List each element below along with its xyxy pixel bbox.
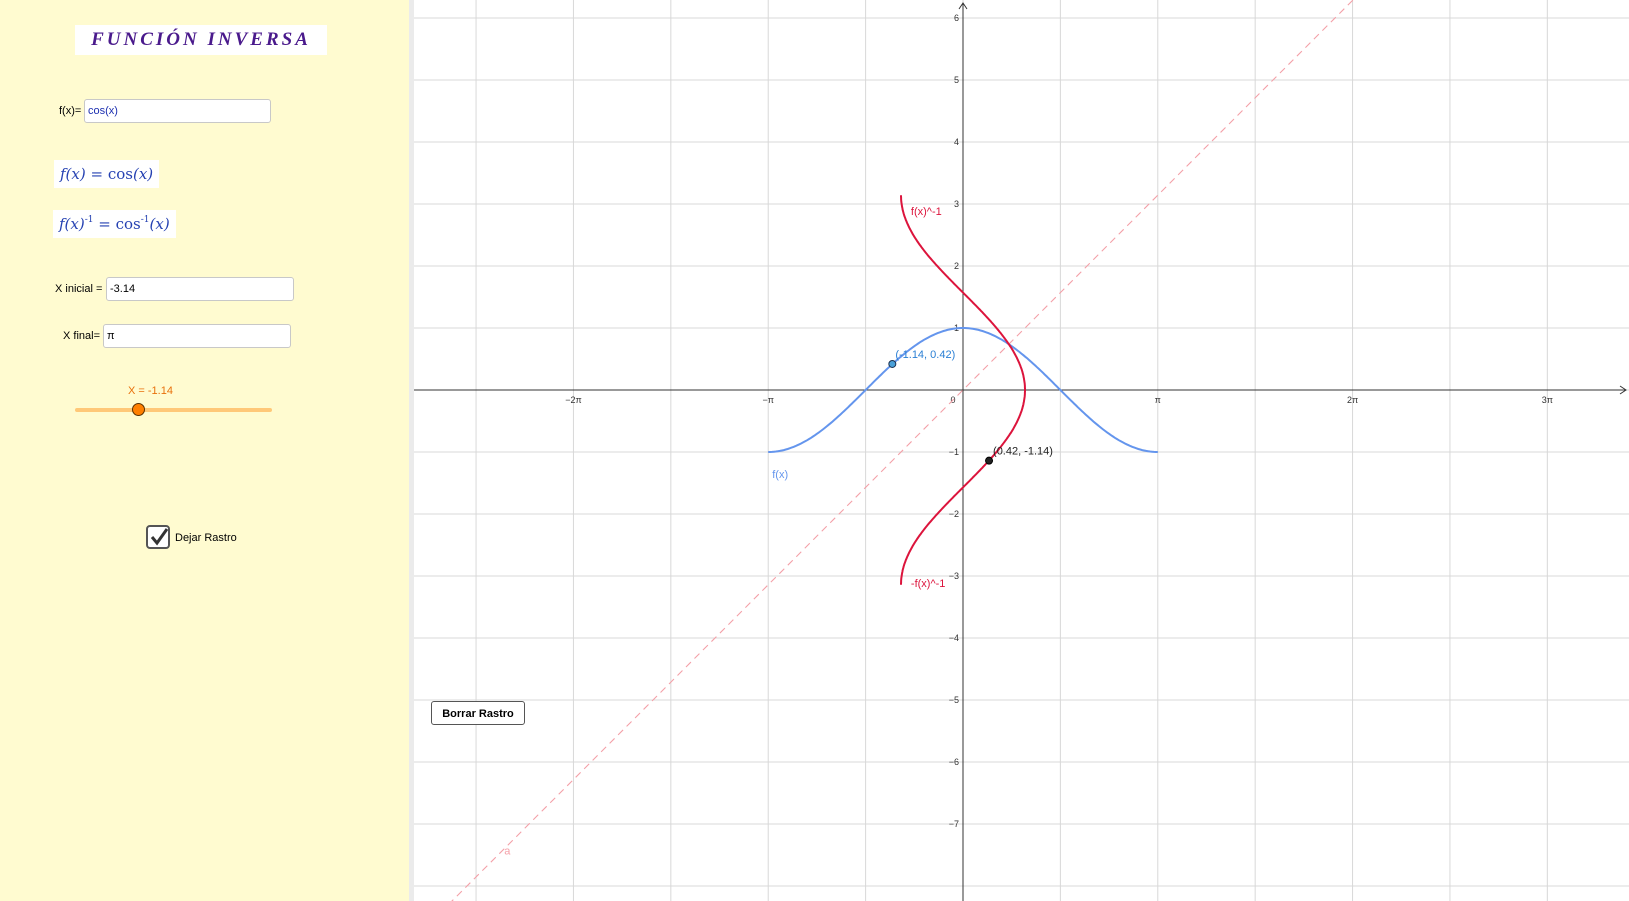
curve-f-label: f(x) xyxy=(772,469,788,481)
formula-inverse: f(x)-1 = cos-1(x) xyxy=(53,210,176,238)
x-inicial-input[interactable]: -3.14 xyxy=(106,277,294,301)
fx-input-label: f(x)= xyxy=(59,105,82,117)
x-tick-label: −2π xyxy=(565,395,581,405)
borrar-rastro-button[interactable]: Borrar Rastro xyxy=(431,701,525,725)
formula-inv-exp: -1 xyxy=(84,215,94,225)
line-a xyxy=(451,0,1354,901)
fx-input[interactable]: cos(x) xyxy=(84,99,271,123)
y-tick-label: −4 xyxy=(949,633,959,643)
point-inverse-label: (0.42, -1.14) xyxy=(993,446,1053,458)
x-tick-label: 3π xyxy=(1542,395,1553,405)
formula-f-lhs: f(x) xyxy=(60,165,86,183)
formula-f-fn: cos xyxy=(107,165,133,183)
formula-f-eq: = xyxy=(85,165,108,183)
point-f xyxy=(888,359,897,368)
tick-labels: −2π−π0π2π3π654321−1−2−3−4−5−6−7 xyxy=(565,13,1553,829)
y-tick-label: 5 xyxy=(954,75,959,85)
formula-inv-lhs: f(x) xyxy=(59,215,85,233)
point-inverse xyxy=(985,456,994,465)
curve-inverse-negative-label: -f(x)^-1 xyxy=(911,578,946,590)
y-tick-label: −1 xyxy=(949,447,959,457)
line-a-label: a xyxy=(504,845,511,857)
formula-inv-arg: (x) xyxy=(149,215,170,233)
x-final-input[interactable]: π xyxy=(103,324,291,348)
x-tick-label: −π xyxy=(762,395,773,405)
curve-inverse-positive-label: f(x)^-1 xyxy=(911,206,942,218)
y-tick-label: −3 xyxy=(949,571,959,581)
y-tick-label: 4 xyxy=(954,137,959,147)
formula-f: f(x) = cos(x) xyxy=(54,160,160,188)
curves: a f(x) f(x)^-1 -f(x)^-1 xyxy=(451,0,1354,901)
point-f-label: (-1.14, 0.42) xyxy=(895,349,955,361)
y-tick-label: −2 xyxy=(949,509,959,519)
y-tick-label: 6 xyxy=(954,13,959,23)
left-panel: FUNCIÓN INVERSA f(x)= cos(x) f(x) = cos(… xyxy=(0,0,409,901)
x-inicial-label: X inicial = xyxy=(55,283,103,295)
title-box: FUNCIÓN INVERSA xyxy=(75,25,327,55)
slider-handle[interactable] xyxy=(132,403,145,416)
y-tick-label: −7 xyxy=(949,819,959,829)
slider-track[interactable] xyxy=(75,408,272,412)
checkmark-icon xyxy=(150,528,169,546)
x-tick-label: π xyxy=(1155,395,1161,405)
y-tick-label: −6 xyxy=(949,757,959,767)
y-tick-label: 2 xyxy=(954,261,959,271)
points: (-1.14, 0.42) (0.42, -1.14) xyxy=(888,349,1053,465)
dejar-rastro-label: Dejar Rastro xyxy=(175,532,237,544)
dejar-rastro-checkbox[interactable] xyxy=(146,525,170,549)
page-title: FUNCIÓN INVERSA xyxy=(91,29,311,50)
x-tick-label: 2π xyxy=(1347,395,1358,405)
formula-inv-fn: cos xyxy=(115,215,141,233)
formula-f-arg: (x) xyxy=(132,165,154,183)
graphics-view[interactable]: −2π−π0π2π3π654321−1−2−3−4−5−6−7 af(x)f(x… xyxy=(414,0,1629,901)
slider-label: X = -1.14 xyxy=(128,385,173,397)
x-final-label: X final= xyxy=(63,330,100,342)
formula-inv-fn-exp: -1 xyxy=(140,215,150,225)
y-tick-label: −5 xyxy=(949,695,959,705)
formula-inv-eq: = xyxy=(93,215,116,233)
y-tick-label: 3 xyxy=(954,199,959,209)
